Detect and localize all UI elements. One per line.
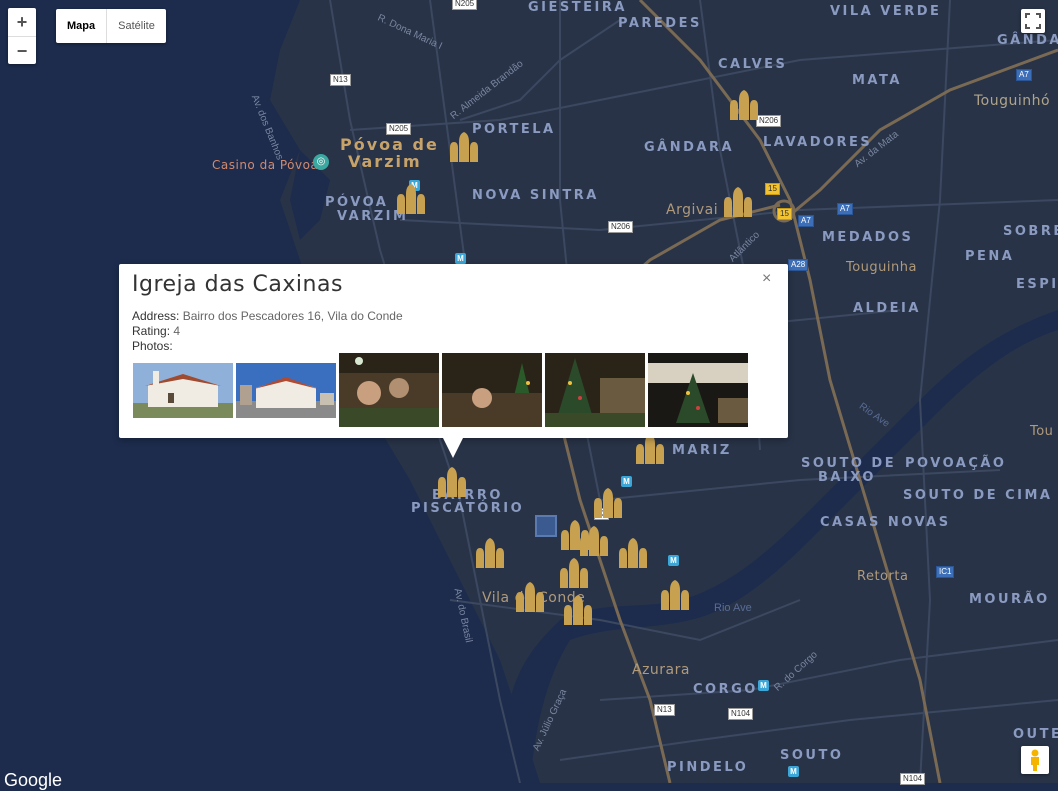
church-icon[interactable]	[472, 538, 508, 568]
photo-thumbnail[interactable]	[648, 353, 748, 427]
info-window: Igreja das Caxinas × Address: Bairro dos…	[119, 264, 788, 458]
label-casas-novas: CASAS NOVAS	[820, 515, 951, 530]
label-oute: OUTE	[1013, 727, 1058, 742]
label-touguinha: Touguinha	[846, 260, 917, 275]
shield-n205: N205	[386, 123, 412, 135]
label-pindelo: PINDELO	[667, 760, 749, 775]
label-povoa-de-varzim-2: Varzim	[348, 152, 422, 171]
label-souto-de-baixo-2: BAIXO	[818, 470, 876, 485]
info-window-title: Igreja das Caxinas	[132, 272, 343, 297]
metro-icon[interactable]: M	[455, 253, 466, 264]
info-address: Address: Bairro dos Pescadores 16, Vila …	[132, 309, 403, 323]
label-souto: SOUTO	[780, 748, 844, 763]
metro-icon[interactable]: M	[758, 680, 769, 691]
label-gandara-top: GÂNDARA	[997, 33, 1058, 48]
label-gandara: GÂNDARA	[644, 140, 735, 155]
church-icon[interactable]	[512, 582, 548, 612]
shield-a7-top: A7	[1016, 69, 1032, 81]
label-calves: CALVES	[718, 57, 788, 72]
label-souto-de-baixo-1: SOUTO DE	[801, 456, 897, 471]
label-retorta: Retorta	[857, 569, 909, 584]
shield-a28: A28	[788, 259, 809, 271]
label-corgo: CORGO	[693, 682, 758, 697]
map-type-satellite-button[interactable]: Satélite	[107, 9, 166, 43]
label-casino[interactable]: Casino da Póvoa	[212, 158, 318, 172]
label-mata: MATA	[852, 73, 902, 88]
shield-a7-mid2: A7	[837, 203, 853, 215]
label-povoa-1: PÓVOA	[325, 195, 389, 210]
label-pena: PENA	[965, 249, 1015, 264]
metro-icon[interactable]: M	[668, 555, 679, 566]
info-rating: Rating: 4	[132, 324, 180, 338]
church-icon[interactable]	[576, 526, 612, 556]
rating-value: 4	[173, 324, 181, 338]
church-icon[interactable]	[560, 595, 596, 625]
label-vila-verde: VILA VERDE	[830, 4, 942, 19]
church-icon[interactable]	[556, 558, 592, 588]
map-type-map-button[interactable]: Mapa	[56, 9, 108, 43]
photo-thumbnail[interactable]	[236, 363, 336, 418]
shield-a7-mid: A7	[798, 215, 814, 227]
label-medados: MEDADOS	[822, 230, 914, 245]
label-lavadores: LAVADORES	[763, 135, 873, 150]
label-bairro-2: PISCATÓRIO	[411, 501, 525, 516]
shield-n104: N104	[728, 708, 754, 720]
selected-location-marker[interactable]	[535, 515, 557, 537]
photo-thumbnail[interactable]	[339, 353, 439, 427]
shield-15b: 15	[777, 208, 792, 220]
label-mourao: MOURÃO	[969, 592, 1050, 607]
zoom-out-button[interactable]: −	[8, 37, 36, 65]
label-tou: Tou	[1030, 424, 1054, 439]
church-icon[interactable]	[726, 90, 762, 120]
photo-thumbnail[interactable]	[133, 363, 233, 418]
address-label: Address:	[132, 309, 180, 323]
shield-n205-top: N205	[452, 0, 478, 10]
label-nova-sintra: NOVA SINTRA	[472, 188, 599, 203]
church-icon[interactable]	[720, 187, 756, 217]
metro-icon[interactable]: M	[788, 766, 799, 777]
label-souto-de-cima: SOUTO DE CIMA	[903, 488, 1053, 503]
zoom-control: + −	[8, 8, 36, 64]
label-aldeia: ALDEIA	[853, 301, 921, 316]
label-argivai: Argivai	[666, 202, 719, 218]
shield-ic1: IC1	[936, 566, 955, 578]
church-icon[interactable]	[615, 538, 651, 568]
church-icon[interactable]	[657, 580, 693, 610]
map-type-control: Mapa Satélite	[56, 9, 166, 43]
church-icon[interactable]	[393, 184, 429, 214]
shield-n13-top: N13	[330, 74, 351, 86]
pegman-icon[interactable]	[1021, 746, 1049, 774]
address-value: Bairro dos Pescadores 16, Vila do Conde	[182, 309, 403, 323]
shield-n104-b: N104	[900, 773, 926, 785]
photo-thumbnail[interactable]	[442, 353, 542, 427]
label-touguinho: Touguinhó	[974, 93, 1051, 109]
church-icon[interactable]	[446, 132, 482, 162]
church-icon[interactable]	[632, 434, 668, 464]
label-portela: PORTELA	[472, 122, 556, 137]
zoom-in-button[interactable]: +	[8, 8, 36, 37]
casino-pin-icon[interactable]: ◎	[313, 154, 329, 170]
photos-label: Photos:	[132, 339, 173, 353]
label-rio-ave-1: Rio Ave	[714, 602, 752, 614]
label-mariz: MARIZ	[672, 443, 732, 458]
photo-thumbnail[interactable]	[545, 353, 645, 427]
metro-icon[interactable]: M	[621, 476, 632, 487]
shield-15a: 15	[765, 183, 780, 195]
rating-label: Rating:	[132, 324, 171, 338]
label-giesteira: GIESTEIRA	[528, 0, 627, 15]
label-sobre: SOBRE	[1003, 224, 1058, 239]
label-azurara: Azurara	[632, 662, 690, 678]
label-espi: ESPI	[1016, 277, 1058, 292]
label-paredes: PAREDES	[618, 16, 702, 31]
church-icon[interactable]	[434, 467, 470, 497]
shield-n13-bottom: N13	[654, 704, 675, 716]
google-logo: Google	[4, 770, 63, 790]
close-icon[interactable]: ×	[762, 270, 771, 288]
label-povoacao: POVOAÇÃO	[905, 456, 1007, 471]
shield-n206: N206	[608, 221, 634, 233]
church-icon[interactable]	[590, 488, 626, 518]
fullscreen-icon[interactable]	[1021, 9, 1045, 33]
